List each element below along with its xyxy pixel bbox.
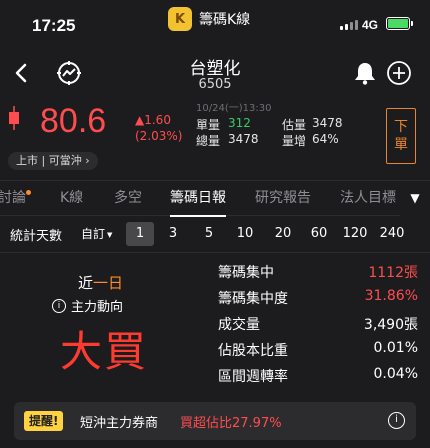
- alert-text: 短沖主力券商: [80, 416, 159, 431]
- network-type: 4G: [362, 18, 379, 32]
- price-change-percent: (2.03%): [135, 129, 183, 143]
- new-dot-icon: [26, 190, 31, 195]
- info-icon[interactable]: i: [388, 412, 405, 429]
- metric-label: 區間週轉率: [218, 369, 288, 385]
- metric-label: 籌碼集中: [218, 265, 274, 281]
- single-volume-label: 單量: [196, 118, 221, 132]
- alert-bell-button[interactable]: [352, 60, 378, 86]
- metric-row: 佔股本比重 0.01%: [218, 340, 418, 364]
- app-name: 籌碼K線: [199, 12, 251, 28]
- app-banner: K 籌碼K線: [168, 6, 250, 32]
- main-force-verdict: 大買: [60, 327, 149, 376]
- plus-circle-icon: [387, 61, 411, 85]
- period-option-1[interactable]: 1: [126, 222, 154, 246]
- single-volume-value: 312: [228, 116, 251, 130]
- metric-label: 佔股本比重: [218, 343, 288, 359]
- place-order-label-bottom: 單: [394, 137, 408, 153]
- main-force-label: 主力動向: [71, 300, 124, 315]
- period-selector: 統計天數 自訂 ▼ 1 3 5 10 20 60 120 240: [0, 218, 430, 250]
- tab-label: 討論: [0, 190, 26, 206]
- metric-value: 31.86%: [364, 288, 418, 304]
- back-button[interactable]: [8, 58, 34, 88]
- volume-increase-label: 量增: [282, 134, 307, 148]
- custom-period-label: 自訂: [81, 227, 106, 241]
- info-icon: i: [52, 298, 66, 313]
- place-order-button[interactable]: 下 單: [386, 108, 416, 164]
- alert-badge: 提醒!: [24, 411, 64, 431]
- metric-label: 籌碼集中度: [218, 291, 288, 307]
- metric-value: 0.01%: [373, 340, 418, 356]
- price-change-value: ▲1.60: [135, 113, 171, 127]
- candlestick-icon: [9, 106, 19, 130]
- period-option-120[interactable]: 120: [338, 222, 372, 246]
- caret-down-icon: ▼: [107, 230, 113, 239]
- metric-value: 0.04%: [373, 366, 418, 382]
- near-prefix: 近: [78, 274, 94, 292]
- signal-icon: [340, 20, 358, 30]
- sync-button[interactable]: [54, 58, 84, 88]
- divider: [0, 252, 430, 253]
- metric-row: 區間週轉率 0.04%: [218, 366, 418, 390]
- period-option-20[interactable]: 20: [268, 222, 298, 246]
- custom-period-button[interactable]: 自訂 ▼: [81, 225, 112, 242]
- section-tabs: 討論 K線 多空 籌碼日報 研究報告 法人目標 ▼: [0, 180, 430, 217]
- status-bar: 17:25 K 籌碼K線 4G: [0, 0, 430, 50]
- chevron-down-icon: ▼: [410, 191, 420, 205]
- current-price: 80.6: [40, 102, 107, 140]
- period-label: 統計天數: [10, 229, 63, 244]
- sync-icon: [57, 61, 81, 85]
- battery-cap: [411, 21, 413, 26]
- app-logo-icon: K: [168, 7, 192, 31]
- period-option-3[interactable]: 3: [160, 222, 186, 246]
- metric-row: 成交量 3,490張: [218, 314, 418, 338]
- top-nav: 台塑化 6505: [0, 50, 430, 96]
- alert-highlight: 買超佔比27.97%: [180, 416, 282, 431]
- metric-row: 籌碼集中度 31.86%: [218, 288, 418, 312]
- est-volume-value: 3478: [312, 116, 343, 130]
- near-days-value: 一日: [93, 274, 124, 292]
- metric-value: 1112張: [368, 265, 418, 281]
- back-arrow-icon: [15, 63, 27, 83]
- add-watchlist-button[interactable]: [386, 60, 412, 86]
- metric-label: 成交量: [218, 317, 260, 333]
- quote-timestamp: 10/24(一)13:30: [196, 103, 272, 114]
- tab-research-report[interactable]: 研究報告: [255, 181, 311, 217]
- bell-icon: [355, 63, 375, 85]
- alert-bar[interactable]: 提醒! 短沖主力券商 買超佔比27.97% i: [14, 402, 416, 440]
- market-tag[interactable]: 上市 | 可當沖 ›: [8, 152, 98, 170]
- period-option-10[interactable]: 10: [230, 222, 260, 246]
- period-option-60[interactable]: 60: [304, 222, 334, 246]
- price-change: ▲1.60 (2.03%): [135, 112, 182, 144]
- metric-value: 3,490張: [363, 317, 418, 333]
- tab-chip-daily[interactable]: 籌碼日報: [170, 181, 226, 217]
- tab-kline[interactable]: K線: [60, 181, 83, 217]
- chip-summary: 近一日 i 主力動向 大買 籌碼集中 1112張 籌碼集中度 31.86% 成交…: [0, 254, 430, 392]
- est-volume-label: 估量: [282, 118, 307, 132]
- tab-more-button[interactable]: ▼: [400, 181, 430, 217]
- status-time: 17:25: [32, 16, 76, 35]
- period-option-240[interactable]: 240: [375, 222, 409, 246]
- volume-increase-value: 64%: [312, 132, 339, 146]
- quote-panel: 80.6 ▲1.60 (2.03%) 10/24(一)13:30 單量 312 …: [0, 96, 430, 176]
- tab-institutional-target[interactable]: 法人目標: [340, 181, 396, 217]
- main-force-heading[interactable]: i 主力動向: [52, 296, 123, 315]
- place-order-label-top: 下: [394, 119, 408, 135]
- battery-icon: [386, 17, 410, 30]
- total-volume-value: 3478: [228, 132, 259, 146]
- period-option-5[interactable]: 5: [196, 222, 222, 246]
- metric-row: 籌碼集中 1112張: [218, 262, 418, 286]
- tab-discussion[interactable]: 討論: [0, 181, 31, 217]
- near-days: 近一日: [78, 272, 123, 293]
- tab-long-short[interactable]: 多空: [114, 181, 142, 217]
- total-volume-label: 總量: [196, 134, 221, 148]
